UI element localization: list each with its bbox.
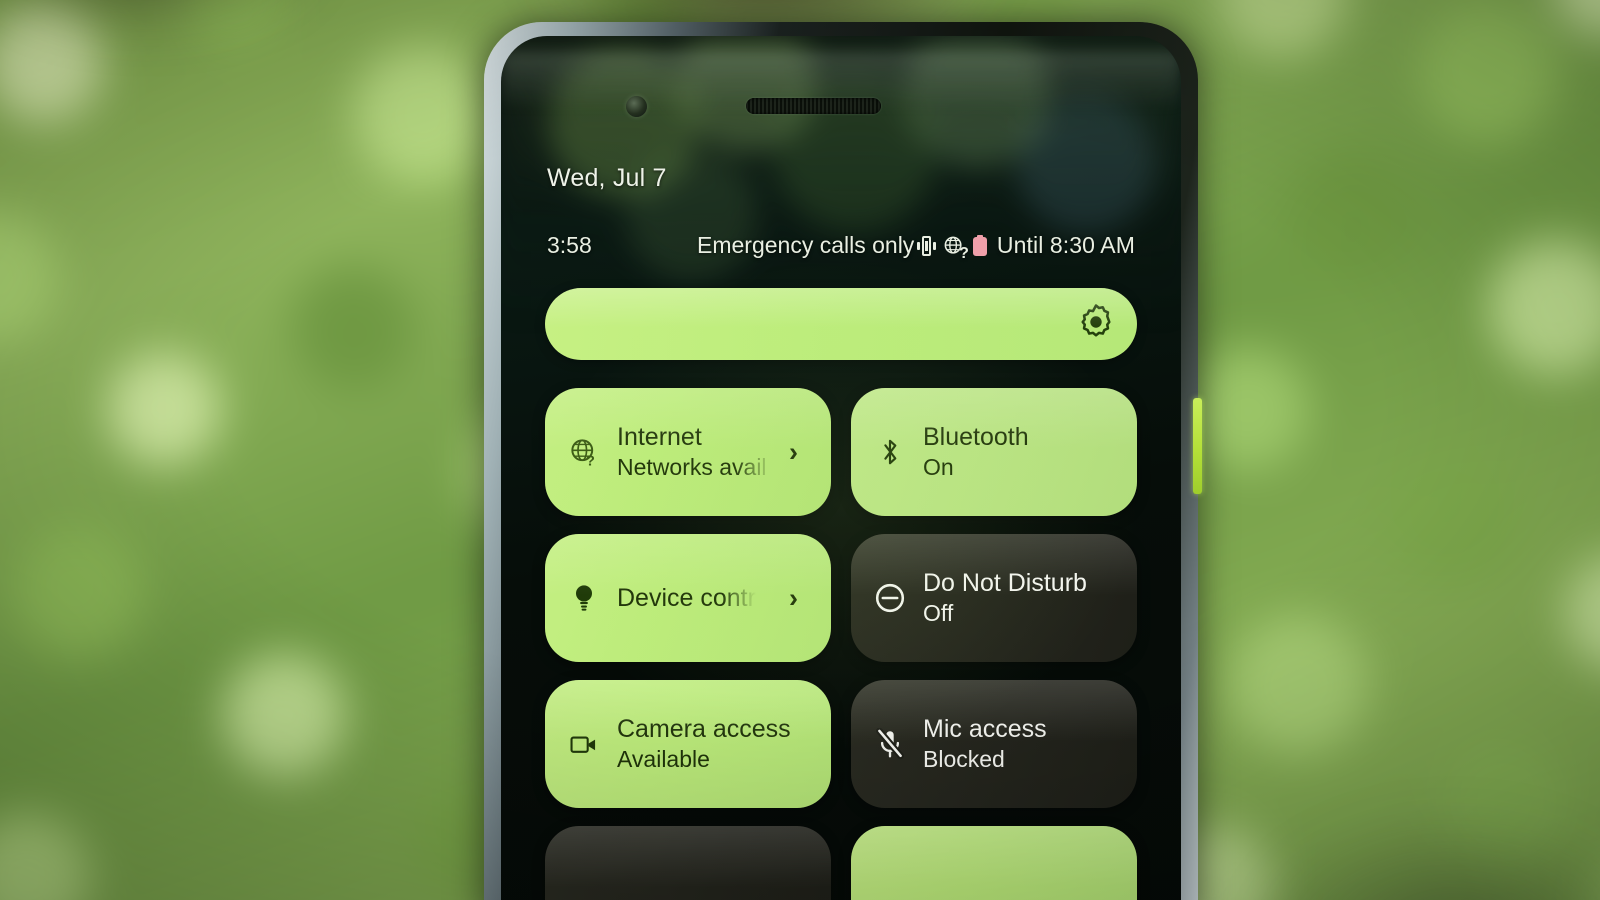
tile-partial-right[interactable] xyxy=(851,826,1137,900)
status-info-row: 3:58 Emergency calls only ? Until 8:30 A… xyxy=(547,232,1135,261)
tile-do-not-disturb-text: Do Not Disturb Off xyxy=(923,569,1115,627)
tile-camera-access[interactable]: Camera access Available xyxy=(545,680,831,808)
tile-internet-subtitle: Networks avail xyxy=(617,453,767,480)
tile-camera-access-text: Camera access Available xyxy=(617,715,809,773)
tile-do-not-disturb-title: Do Not Disturb xyxy=(923,568,1087,597)
tile-internet[interactable]: ? Internet Networks avail › xyxy=(545,388,831,516)
tile-do-not-disturb-subtitle: Off xyxy=(923,599,954,626)
status-carrier-label: Emergency calls only xyxy=(697,232,915,258)
tile-camera-access-title: Camera access xyxy=(617,714,791,743)
tile-device-controls-title: Device contr xyxy=(617,584,756,612)
globe-question-icon: ? xyxy=(942,235,969,261)
battery-status-text: Until 8:30 AM xyxy=(996,232,1135,258)
tile-bluetooth[interactable]: Bluetooth On xyxy=(851,388,1137,516)
tile-internet-title: Internet xyxy=(617,422,702,451)
status-date-row: Wed, Jul 7 xyxy=(547,164,1135,193)
brightness-sun-icon xyxy=(1077,303,1115,346)
lightbulb-icon xyxy=(567,582,601,614)
smartphone-device: Wed, Jul 7 3:58 Emergency calls only ? U… xyxy=(484,22,1202,900)
tile-device-controls-text: Device contr xyxy=(617,584,773,612)
status-clock: 3:58 xyxy=(547,232,592,258)
phone-screen[interactable]: Wed, Jul 7 3:58 Emergency calls only ? U… xyxy=(501,36,1181,900)
do-not-disturb-icon xyxy=(873,582,907,614)
camera-icon xyxy=(567,731,601,757)
tile-internet-text: Internet Networks avail xyxy=(617,423,773,481)
quick-settings-tile-grid: ? Internet Networks avail › Bluetooth On… xyxy=(545,388,1137,900)
chevron-right-icon[interactable]: › xyxy=(789,438,809,466)
tile-mic-access[interactable]: Mic access Blocked xyxy=(851,680,1137,808)
tile-bluetooth-text: Bluetooth On xyxy=(923,423,1115,481)
tile-device-controls[interactable]: Device contr › xyxy=(545,534,831,662)
tile-camera-access-subtitle: Available xyxy=(617,745,710,772)
tile-partial-left[interactable] xyxy=(545,826,831,900)
battery-icon xyxy=(972,235,987,256)
photo-scene: Wed, Jul 7 3:58 Emergency calls only ? U… xyxy=(0,0,1600,900)
brightness-slider[interactable] xyxy=(545,288,1137,360)
globe-question-icon: ? xyxy=(567,437,601,467)
status-bar: Wed, Jul 7 3:58 Emergency calls only ? U… xyxy=(501,36,1181,261)
tile-mic-access-title: Mic access xyxy=(923,714,1047,743)
tile-mic-access-text: Mic access Blocked xyxy=(923,715,1115,773)
mic-muted-icon xyxy=(873,728,907,760)
tile-do-not-disturb[interactable]: Do Not Disturb Off xyxy=(851,534,1137,662)
quick-settings-panel: ? Internet Networks avail › Bluetooth On… xyxy=(501,288,1181,900)
status-date: Wed, Jul 7 xyxy=(547,164,667,192)
tile-mic-access-subtitle: Blocked xyxy=(923,745,1005,772)
vibrate-icon xyxy=(916,235,936,257)
status-icon-group: ? Until 8:30 AM xyxy=(916,232,1135,261)
tile-bluetooth-title: Bluetooth xyxy=(923,422,1029,451)
chevron-right-icon[interactable]: › xyxy=(789,584,809,612)
power-button[interactable] xyxy=(1193,398,1202,494)
svg-text:?: ? xyxy=(586,452,595,467)
tile-bluetooth-subtitle: On xyxy=(923,453,954,480)
bluetooth-icon xyxy=(873,436,907,468)
